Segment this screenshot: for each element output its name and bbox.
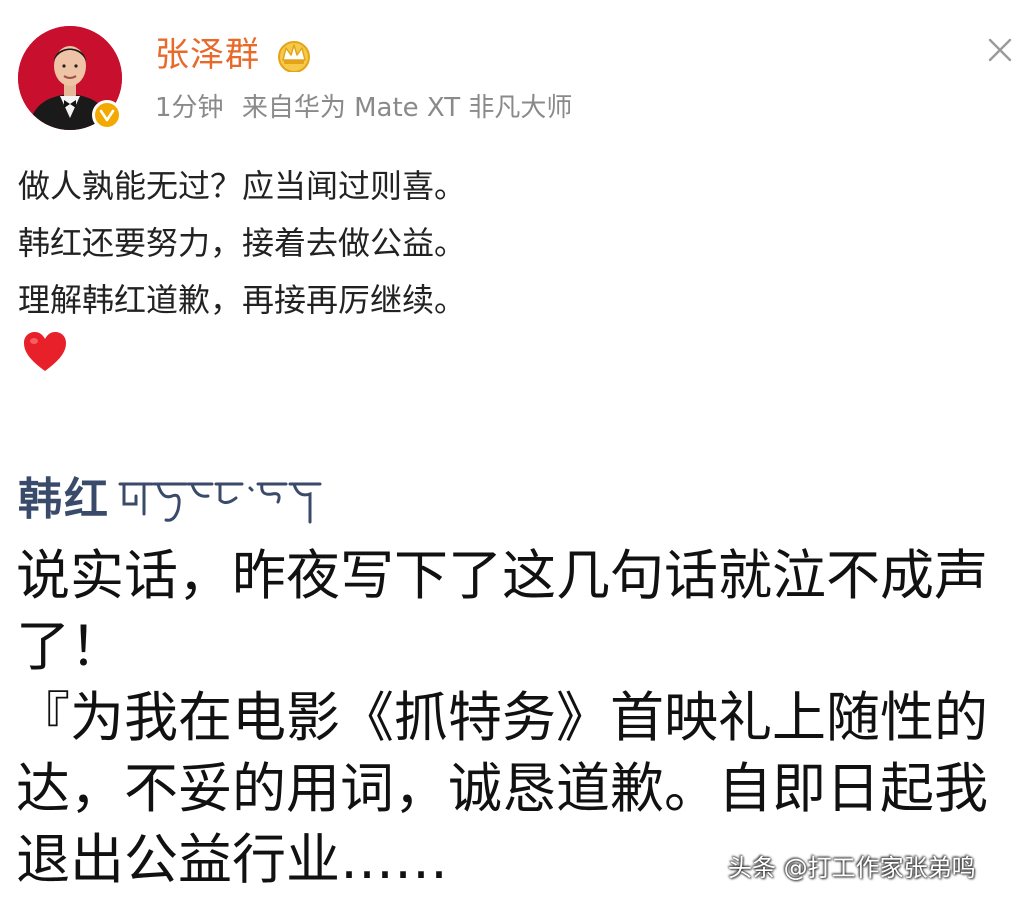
weibo-post-screenshot: 张泽群 1分钟 来自华为 Mate XT 非凡大师 做人孰能无过？应当闻过则喜。… [0, 0, 1014, 904]
post-meta: 1分钟 来自华为 Mate XT 非凡大师 [155, 88, 582, 128]
quoted-text: 说实话，昨夜写下了这几句话就泣不成声 了！ 『为我在电影《抓特务》首映礼上随性的… [16, 540, 1014, 895]
post-source[interactable]: 来自华为 Mate XT 非凡大师 [242, 93, 573, 123]
username[interactable]: 张泽群 [155, 33, 260, 77]
crown-icon [278, 41, 310, 72]
quoted-line: 『为我在电影《抓特务》首映礼上随性的 [16, 686, 988, 749]
quoted-author-name: 韩红 [18, 474, 110, 525]
tibetan-script [118, 482, 322, 524]
post-line: 做人孰能无过？应当闻过则喜。 [18, 167, 467, 205]
post-line: 韩红还要努力，接着去做公益。 [18, 224, 467, 262]
post-body: 做人孰能无过？应当闻过则喜。 韩红还要努力，接着去做公益。 理解韩红道歉，再接再… [18, 158, 998, 329]
close-icon[interactable] [986, 36, 1014, 64]
quoted-author[interactable]: 韩红 [18, 465, 326, 535]
quoted-line: 说实话，昨夜写下了这几句话就泣不成声 [16, 544, 988, 607]
post-line: 理解韩红道歉，再接再厉继续。 [18, 281, 467, 319]
verified-badge-icon [92, 100, 122, 130]
quoted-line: 了！ [16, 615, 124, 678]
heart-icon [24, 332, 66, 371]
post-time: 1分钟 [155, 93, 224, 123]
watermark: 头条 @打工作家张弟鸣 [728, 854, 976, 882]
quoted-line: 达，不妥的用词，诚恳道歉。自即日起我 [16, 757, 988, 820]
